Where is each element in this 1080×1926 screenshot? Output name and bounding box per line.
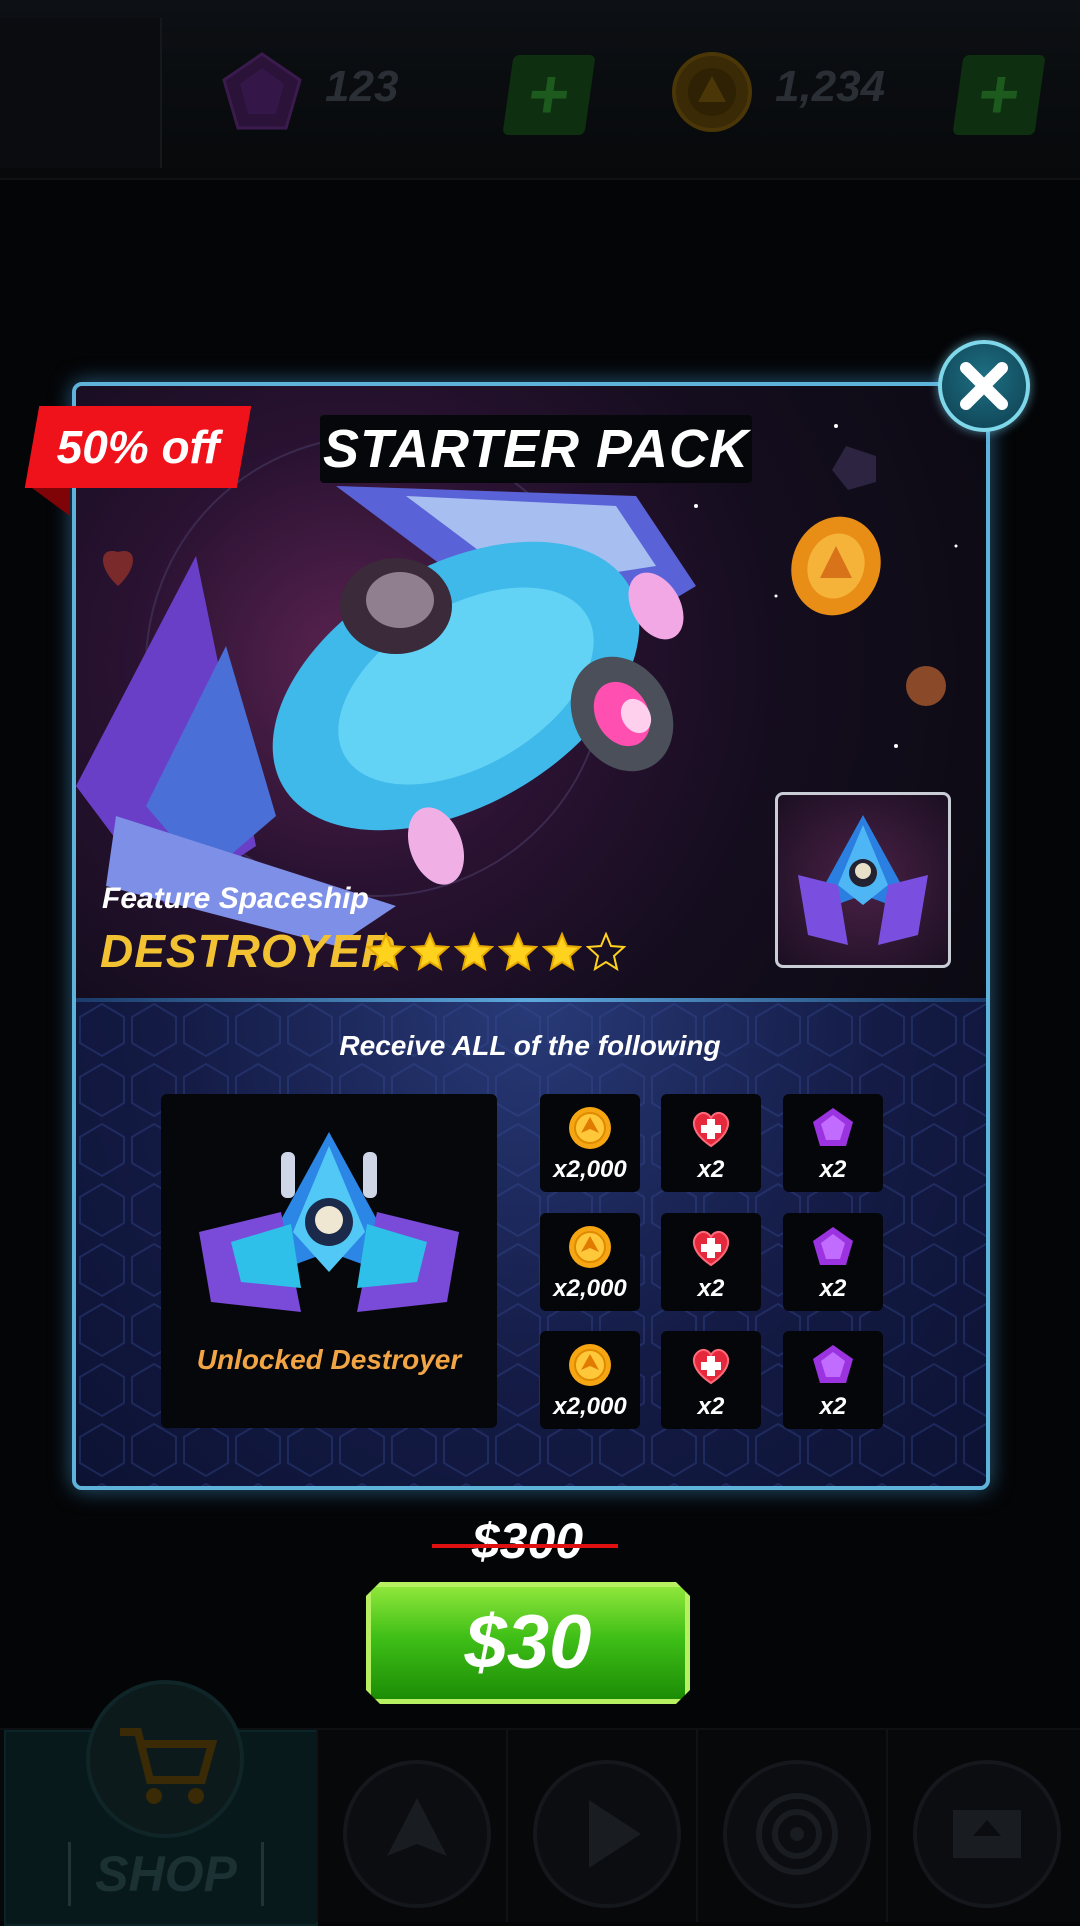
ship-thumbnail[interactable]	[775, 792, 951, 968]
receive-all-label: Receive ALL of the following	[339, 1030, 721, 1061]
original-price: $300	[471, 1513, 584, 1569]
heart-icon	[689, 1106, 733, 1150]
reward-item: x2	[661, 1094, 761, 1192]
reward-quantity: x2	[697, 1393, 725, 1420]
nav-ship-button[interactable]	[343, 1760, 491, 1908]
reward-quantity: x2	[819, 1156, 847, 1183]
coin-count: 1,234	[775, 62, 886, 111]
gem-icon	[222, 52, 302, 130]
reward-quantity: x2,000	[553, 1393, 627, 1420]
coin-icon	[568, 1106, 612, 1150]
add-gems-button[interactable]: +	[502, 55, 596, 135]
floating-coin-icon	[791, 516, 881, 616]
discount-label: 50% off	[56, 421, 220, 473]
nav-target-button[interactable]	[723, 1760, 871, 1908]
unlocked-ship-label: Unlocked Destroyer	[196, 1344, 462, 1375]
coin-counter: 1,234 +	[670, 40, 1070, 150]
unlocked-ship-card: Unlocked Destroyer	[161, 1094, 497, 1428]
reward-item: x2	[661, 1213, 761, 1311]
map-icon	[953, 1810, 1021, 1858]
nav-divider	[696, 1730, 698, 1922]
star-filled-icon	[409, 931, 451, 972]
reward-item: x2,000	[540, 1213, 640, 1311]
reward-quantity: x2	[819, 1393, 847, 1420]
reward-item: x2,000	[540, 1331, 640, 1429]
popup-title: STARTER PACK	[322, 419, 750, 479]
top-resource-bar: 123 + 1,234 +	[0, 0, 1080, 180]
nav-play-button[interactable]	[533, 1760, 681, 1908]
gem-icon	[811, 1225, 855, 1269]
nav-divider	[316, 1730, 318, 1922]
reward-quantity: x2,000	[553, 1156, 627, 1183]
reward-quantity: x2	[697, 1275, 725, 1302]
add-coins-button[interactable]: +	[952, 55, 1046, 135]
feature-ship-label: Feature Spaceship	[102, 882, 369, 915]
nav-divider	[506, 1730, 508, 1922]
destroyer-ship-illustration	[76, 486, 696, 946]
gem-icon	[811, 1343, 855, 1387]
coin-icon	[568, 1343, 612, 1387]
coin-icon	[672, 52, 752, 132]
buy-price-label: $30	[464, 1600, 592, 1685]
nav-shop-tab[interactable]: SHOP	[4, 1680, 318, 1926]
price-strikethrough	[432, 1544, 618, 1548]
destroyer-ship-icon	[199, 1132, 459, 1312]
reward-item: x2,000	[540, 1094, 640, 1192]
shop-cart-icon	[86, 1680, 244, 1838]
star-filled-icon	[365, 931, 407, 972]
star-empty-icon	[585, 931, 627, 972]
shop-label: SHOP	[68, 1842, 264, 1906]
ship-thumbnail-icon	[798, 815, 928, 945]
star-filled-icon	[497, 931, 539, 972]
nav-divider	[886, 1730, 888, 1922]
reward-quantity: x2	[697, 1156, 725, 1183]
reward-quantity: x2	[819, 1275, 847, 1302]
gem-icon	[811, 1106, 855, 1150]
popup-title-box: STARTER PACK	[320, 415, 752, 483]
star-filled-icon	[541, 931, 583, 972]
nav-map-button[interactable]	[913, 1760, 1061, 1908]
reward-item: x2	[783, 1094, 883, 1192]
discount-tag: 50% off	[24, 406, 252, 516]
target-icon	[756, 1793, 838, 1875]
heart-icon	[689, 1343, 733, 1387]
menu-slot[interactable]	[0, 18, 162, 168]
reward-item: x2	[783, 1213, 883, 1311]
ship-icon	[387, 1798, 447, 1856]
heart-icon	[689, 1225, 733, 1269]
reward-quantity: x2,000	[553, 1275, 627, 1302]
reward-item: x2	[783, 1331, 883, 1429]
close-button[interactable]	[938, 340, 1030, 432]
reward-item: x2	[661, 1331, 761, 1429]
ship-name: DESTROYER	[100, 925, 396, 977]
coin-icon	[568, 1225, 612, 1269]
play-icon	[589, 1800, 641, 1868]
buy-button[interactable]: $30	[366, 1582, 690, 1704]
star-filled-icon	[453, 931, 495, 972]
gem-count: 123	[325, 62, 399, 111]
close-icon	[960, 362, 1008, 410]
gem-counter: 123 +	[220, 40, 620, 150]
bottom-nav: SHOP	[0, 1680, 1080, 1926]
